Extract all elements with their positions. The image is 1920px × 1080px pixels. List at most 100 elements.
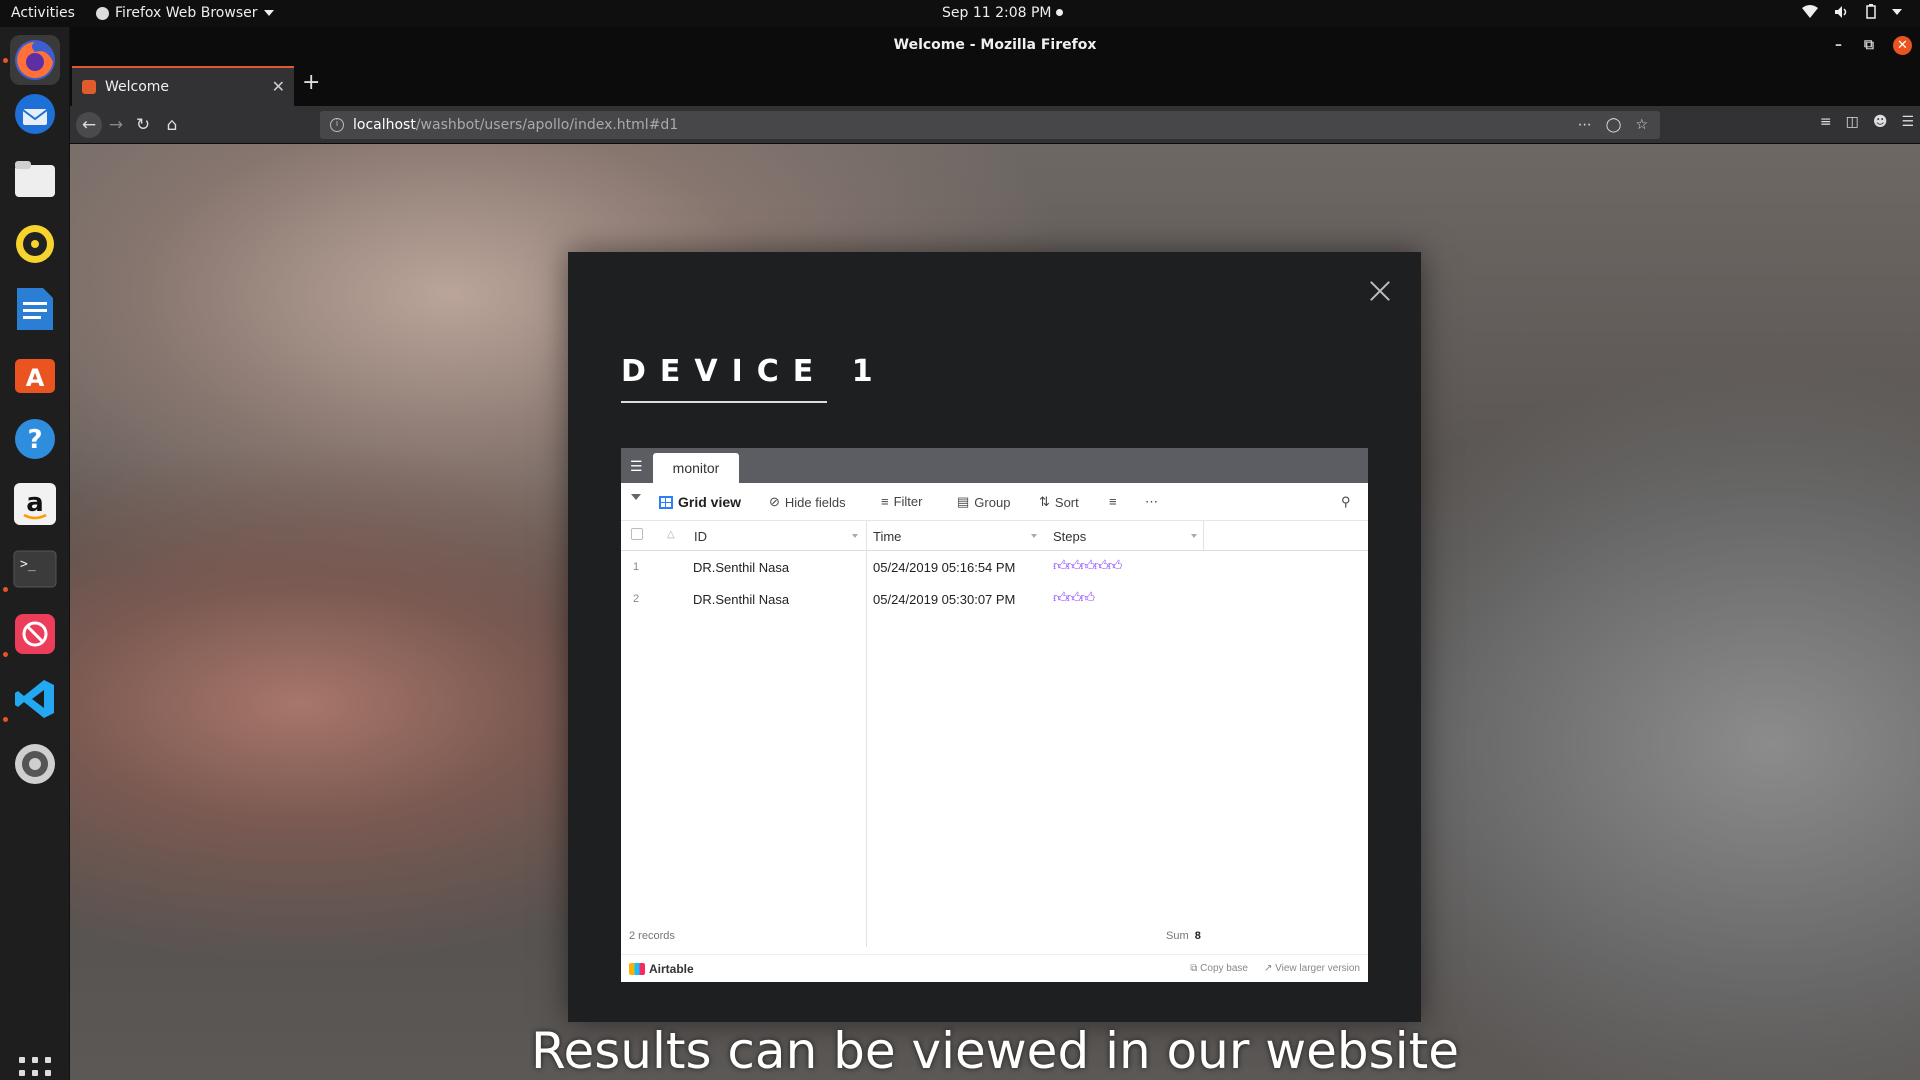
clock[interactable]: Sep 11 2:08 PM — [942, 5, 1063, 21]
window-title: Welcome - Mozilla Firefox — [893, 37, 1097, 53]
row-height-icon[interactable]: ≡ — [1109, 494, 1117, 509]
column-header-id[interactable]: ID — [694, 529, 707, 544]
dock-help[interactable]: ? — [10, 414, 60, 464]
column-menu-icon[interactable] — [1031, 534, 1037, 538]
steps-sum[interactable]: Sum 8 — [1166, 930, 1201, 942]
grid-view-button[interactable]: Grid view — [659, 494, 741, 510]
column-menu-icon[interactable] — [852, 534, 858, 538]
dock-terminal[interactable]: >_ — [10, 544, 60, 594]
cell-time[interactable]: 05/24/2019 05:30:07 PM — [873, 592, 1015, 607]
search-icon[interactable]: ⚲ — [1341, 494, 1351, 510]
forward-icon[interactable]: → — [103, 112, 129, 138]
close-tab-icon[interactable]: ✕ — [272, 77, 285, 96]
close-modal-icon[interactable] — [1369, 280, 1391, 302]
cell-steps-rating[interactable]: 👍︎👍︎👍︎ — [1053, 589, 1095, 606]
views-toggle-icon[interactable] — [631, 494, 641, 500]
grid-icon — [659, 495, 673, 509]
battery-icon — [1866, 4, 1876, 19]
svg-text:?: ? — [27, 425, 42, 455]
cell-steps-rating[interactable]: 👍︎👍︎👍︎👍︎👍︎ — [1053, 557, 1122, 574]
airtable-embed: ☰ monitor Grid view ⊘ Hide fields ≡ Filt… — [621, 448, 1368, 982]
airtable-brand-label: Airtable — [649, 962, 694, 976]
dock: A ? a >_ — [0, 27, 70, 1080]
airtable-menu-icon[interactable]: ☰ — [630, 458, 643, 475]
table-row[interactable]: 1 DR.Senthil Nasa 05/24/2019 05:16:54 PM… — [621, 551, 1368, 583]
show-applications-icon[interactable] — [19, 1057, 51, 1080]
back-icon[interactable]: ← — [76, 112, 102, 138]
airtable-logo[interactable]: Airtable — [629, 962, 694, 976]
url-host: localhost — [353, 117, 416, 133]
pocket-icon[interactable]: ◯ — [1606, 111, 1622, 139]
activities-button[interactable]: Activities — [11, 5, 75, 21]
dock-amazon[interactable]: a — [10, 479, 60, 529]
view-larger-label: View larger version — [1275, 963, 1360, 974]
svg-text:a: a — [26, 488, 44, 518]
primary-field-icon: △ — [667, 529, 675, 540]
dock-rhythmbox[interactable] — [10, 219, 60, 269]
column-header-time[interactable]: Time — [873, 529, 901, 544]
system-tray[interactable] — [1802, 4, 1902, 19]
svg-text:A: A — [26, 364, 45, 392]
modal-title: DEVICE 1 — [621, 354, 887, 389]
home-icon[interactable]: ⌂ — [159, 112, 185, 138]
view-larger-link[interactable]: ↗ View larger version — [1264, 963, 1360, 974]
select-all-checkbox[interactable] — [631, 528, 643, 540]
thumbs-up-icon: 👍︎ — [1053, 557, 1068, 573]
dock-blocked-app[interactable] — [10, 609, 60, 659]
table-header: △ ID Time Steps — [621, 521, 1368, 551]
hamburger-menu-icon[interactable]: ☰ — [1901, 114, 1914, 130]
dock-files[interactable] — [10, 154, 60, 204]
sort-button[interactable]: ⇅ Sort — [1039, 494, 1079, 510]
library-icon[interactable]: ≡ — [1820, 114, 1832, 130]
site-info-icon[interactable]: i — [330, 118, 344, 132]
cell-id[interactable]: DR.Senthil Nasa — [693, 560, 789, 575]
sort-label: Sort — [1054, 494, 1079, 510]
row-number: 2 — [633, 593, 640, 605]
help-icon: ? — [15, 419, 55, 459]
tab-welcome[interactable]: Welcome ✕ — [72, 66, 294, 106]
column-menu-icon[interactable] — [1191, 534, 1197, 538]
running-indicator — [3, 58, 8, 63]
thumbs-up-icon: 👍︎ — [1053, 589, 1068, 605]
column-header-steps[interactable]: Steps — [1053, 529, 1086, 544]
app-menu[interactable]: Firefox Web Browser — [96, 5, 274, 21]
bookmark-star-icon[interactable]: ☆ — [1635, 111, 1648, 139]
frozen-column-divider — [866, 521, 867, 947]
close-window-icon[interactable]: ✕ — [1893, 36, 1912, 55]
restore-icon[interactable]: ⧉ — [1864, 36, 1874, 54]
new-tab-icon[interactable]: + — [302, 70, 320, 95]
dock-software[interactable]: A — [10, 349, 60, 399]
dock-firefox[interactable] — [10, 35, 60, 85]
gnome-top-bar: Activities Firefox Web Browser Sep 11 2:… — [0, 0, 1920, 27]
group-icon: ▤ — [957, 494, 970, 509]
terminal-icon: >_ — [13, 550, 57, 588]
cell-time[interactable]: 05/24/2019 05:16:54 PM — [873, 560, 1015, 575]
running-indicator — [3, 717, 8, 722]
copy-base-link[interactable]: ⧉ Copy base — [1190, 963, 1248, 974]
page-actions-icon[interactable]: ⋯ — [1578, 111, 1592, 139]
filter-button[interactable]: ≡ Filter — [881, 494, 922, 509]
sidebar-icon[interactable]: ◫ — [1846, 114, 1859, 130]
more-options-icon[interactable]: ⋯ — [1145, 494, 1158, 510]
url-bar[interactable]: i localhost/washbot/users/apollo/index.h… — [320, 111, 1660, 139]
minimize-icon[interactable]: – — [1835, 36, 1842, 54]
group-button[interactable]: ▤ Group — [957, 494, 1010, 510]
dock-vscode[interactable] — [10, 674, 60, 724]
dock-writer[interactable] — [10, 284, 60, 334]
system-menu-chevron-icon — [1892, 8, 1902, 15]
account-icon[interactable]: ☻ — [1873, 114, 1888, 130]
hide-fields-button[interactable]: ⊘ Hide fields — [769, 494, 846, 510]
writer-icon — [17, 288, 53, 330]
reload-icon[interactable]: ↻ — [130, 112, 156, 138]
table-row[interactable]: 2 DR.Senthil Nasa 05/24/2019 05:30:07 PM… — [621, 583, 1368, 615]
running-indicator — [3, 587, 8, 592]
dock-settings[interactable] — [10, 739, 60, 789]
cell-id[interactable]: DR.Senthil Nasa — [693, 592, 789, 607]
device-modal: DEVICE 1 ☰ monitor Grid view ⊘ Hide fiel… — [568, 252, 1421, 1022]
thumbs-up-icon: 👍︎ — [1080, 589, 1095, 605]
airtable-toolbar: Grid view ⊘ Hide fields ≡ Filter ▤ Group — [621, 483, 1368, 521]
url-path: /washbot/users/apollo/index.html#d1 — [415, 117, 679, 133]
table-tab-monitor[interactable]: monitor — [653, 453, 739, 483]
sort-icon: ⇅ — [1039, 494, 1050, 509]
dock-thunderbird[interactable] — [10, 89, 60, 139]
